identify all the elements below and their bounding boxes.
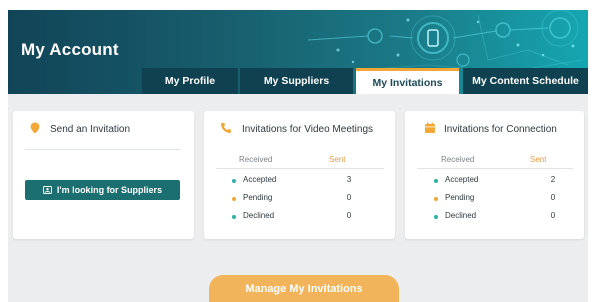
- looking-for-suppliers-button[interactable]: I'm looking for Suppliers: [25, 180, 180, 200]
- account-tabs: My Profile My Suppliers My Invitations M…: [8, 68, 588, 94]
- location-pin-icon: [30, 122, 40, 134]
- row-value: 0: [550, 211, 556, 220]
- looking-for-suppliers-label: I'm looking for Suppliers: [56, 185, 163, 195]
- sent-column-header: Sent: [329, 155, 346, 164]
- connection-card: Invitations for Connection Received Sent…: [405, 111, 584, 239]
- row-value: 2: [550, 175, 556, 184]
- tab-my-suppliers[interactable]: My Suppliers: [240, 68, 353, 94]
- card-divider: [417, 168, 573, 169]
- manage-invitations-button[interactable]: Manage My Invitations: [209, 275, 399, 302]
- row-value: 3: [346, 175, 352, 184]
- page-title: My Account: [21, 40, 119, 59]
- phone-icon: [221, 123, 231, 133]
- calendar-icon: [425, 122, 435, 133]
- status-dot: [232, 179, 236, 183]
- account-banner: My Account My Profile My Suppliers My In…: [8, 10, 588, 94]
- row-label: Pending: [445, 193, 475, 202]
- status-dot: [232, 197, 236, 201]
- connection-title: Invitations for Connection: [444, 124, 557, 135]
- row-label: Declined: [243, 211, 275, 220]
- tab-my-content-schedule[interactable]: My Content Schedule: [463, 68, 588, 94]
- video-meetings-title: Invitations for Video Meetings: [242, 124, 374, 135]
- send-invitation-card: Send an Invitation I'm looking for Suppl…: [13, 111, 194, 239]
- video-meetings-card: Invitations for Video Meetings Received …: [204, 111, 395, 239]
- status-dot: [434, 215, 438, 219]
- contact-card-icon: [42, 186, 52, 194]
- card-divider: [25, 149, 180, 150]
- card-divider: [216, 168, 384, 169]
- row-label: Declined: [445, 211, 477, 220]
- row-label: Pending: [243, 193, 273, 202]
- status-dot: [434, 197, 438, 201]
- row-label: Accepted: [445, 175, 479, 184]
- received-column-header: Received: [239, 155, 273, 164]
- row-value: 0: [346, 211, 352, 220]
- status-dot: [232, 215, 236, 219]
- sent-column-header: Sent: [530, 155, 547, 164]
- tab-my-invitations[interactable]: My Invitations: [356, 68, 459, 94]
- content-area: Send an Invitation I'm looking for Suppl…: [8, 94, 588, 302]
- tab-my-profile[interactable]: My Profile: [142, 68, 238, 94]
- send-invitation-title: Send an Invitation: [50, 124, 131, 135]
- received-column-header: Received: [441, 155, 475, 164]
- row-label: Accepted: [243, 175, 277, 184]
- row-value: 0: [346, 193, 352, 202]
- status-dot: [434, 179, 438, 183]
- row-value: 0: [550, 193, 556, 202]
